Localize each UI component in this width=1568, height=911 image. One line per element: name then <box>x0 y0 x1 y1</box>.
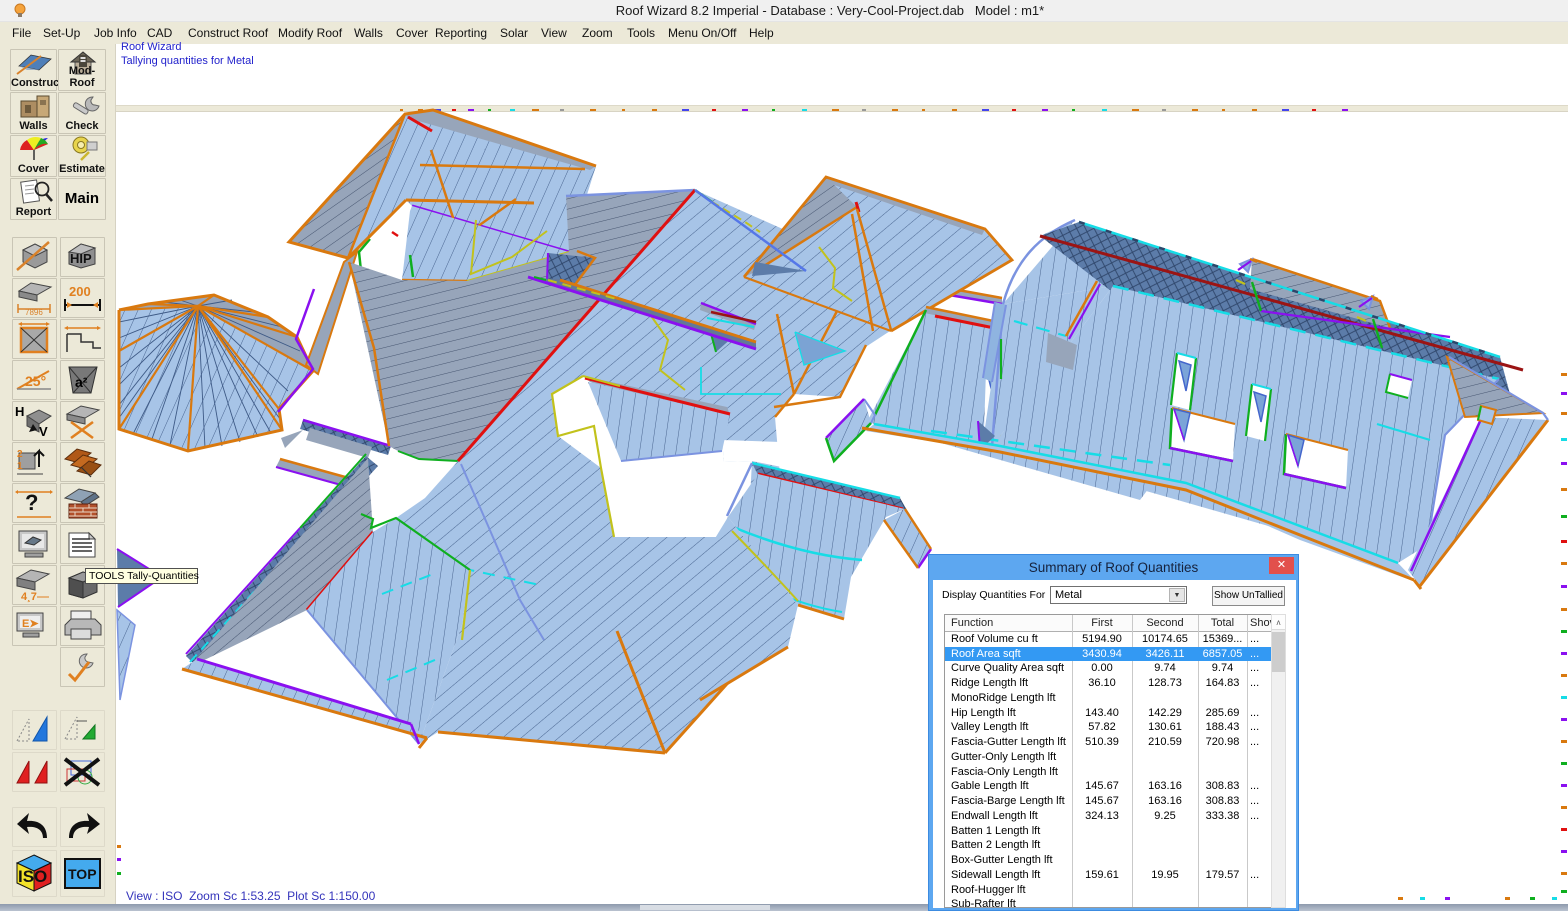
svg-text:ISO: ISO <box>18 867 47 886</box>
svg-text:E➤: E➤ <box>22 618 39 630</box>
svg-text:HIP: HIP <box>70 251 92 266</box>
svg-text:2: 2 <box>17 449 23 460</box>
svg-text:7896: 7896 <box>25 308 43 317</box>
svg-text:H: H <box>15 404 24 419</box>
svg-text:1: 1 <box>17 461 23 472</box>
svg-text:4¸7: 4¸7 <box>21 591 37 603</box>
svg-text:a²: a² <box>75 374 88 390</box>
svg-text:200: 200 <box>69 284 91 299</box>
svg-text:25°: 25° <box>25 373 46 389</box>
svg-text:?: ? <box>25 490 38 515</box>
svg-text:TOP: TOP <box>68 866 97 882</box>
svg-text:V: V <box>39 424 48 439</box>
